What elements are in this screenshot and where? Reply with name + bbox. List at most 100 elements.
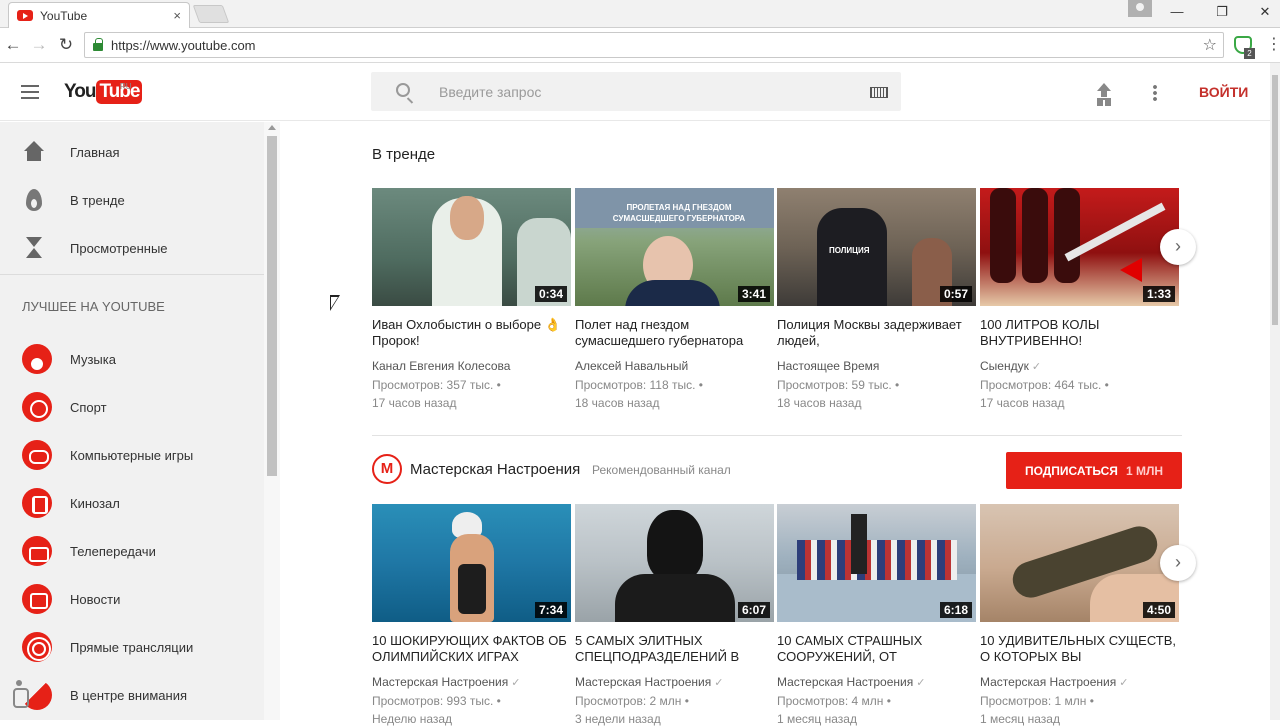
sidebar-scroll-thumb[interactable] <box>267 136 277 476</box>
shelf-next-button[interactable]: › <box>1160 229 1196 265</box>
trending-section-title[interactable]: В тренде <box>372 146 435 163</box>
tab-title: YouTube <box>40 8 88 23</box>
video-title[interactable]: 100 ЛИТРОВ КОЛЫ ВНУТРИВЕННО! <box>980 317 1179 349</box>
channel-shelf-title[interactable]: Мастерская Настроения <box>410 461 580 478</box>
browser-menu-icon[interactable]: ⋮ <box>1266 34 1280 54</box>
video-title[interactable]: Полет над гнездом сумасшедшего губернато… <box>575 317 774 349</box>
verified-icon: ✓ <box>1031 361 1042 373</box>
video-title[interactable]: 10 ШОКИРУЮЩИХ ФАКТОВ ОБ ОЛИМПИЙСКИХ ИГРА… <box>372 633 571 665</box>
mouse-cursor-icon <box>330 295 340 311</box>
sport-icon <box>22 392 52 422</box>
video-card[interactable]: 6:18 10 САМЫХ СТРАШНЫХ СООРУЖЕНИЙ, ОТ Ма… <box>777 504 976 728</box>
video-title[interactable]: 10 САМЫХ СТРАШНЫХ СООРУЖЕНИЙ, ОТ <box>777 633 976 665</box>
channel-name[interactable]: Алексей Навальный <box>575 359 688 373</box>
close-window-button[interactable]: ✕ <box>1250 2 1280 22</box>
video-thumbnail[interactable]: 4:50 <box>980 504 1179 622</box>
new-tab-button[interactable] <box>192 5 230 23</box>
page-scroll-thumb[interactable] <box>1272 75 1278 325</box>
sidebar-item-trending[interactable]: В тренде <box>0 176 264 224</box>
tab-close-icon[interactable]: × <box>173 8 181 23</box>
url-text[interactable]: https://www.youtube.com <box>111 38 256 53</box>
video-thumbnail[interactable]: 7:34 <box>372 504 571 622</box>
channel-name[interactable]: Сыендук <box>980 359 1029 373</box>
video-thumbnail[interactable]: 0:34 <box>372 188 571 306</box>
back-button[interactable]: ← <box>2 34 24 56</box>
forward-button[interactable]: → <box>28 34 50 56</box>
maximize-button[interactable]: ❐ <box>1207 2 1237 22</box>
channel-name[interactable]: Мастерская Настроения <box>372 675 508 689</box>
channel-name[interactable]: Мастерская Настроения <box>980 675 1116 689</box>
video-card[interactable]: 4:50 10 УДИВИТЕЛЬНЫХ СУЩЕСТВ, О КОТОРЫХ … <box>980 504 1179 728</box>
video-card[interactable]: 6:07 5 САМЫХ ЭЛИТНЫХ СПЕЦПОДРАЗДЕЛЕНИЙ В… <box>575 504 774 728</box>
video-channel[interactable]: Настоящее Время <box>777 359 976 373</box>
more-options-icon[interactable] <box>1153 84 1157 102</box>
video-duration: 7:34 <box>534 602 567 618</box>
keyboard-icon[interactable] <box>870 87 888 98</box>
sidebar-item-tv[interactable]: Телепередачи <box>0 527 264 575</box>
sidebar-item-spotlight[interactable]: В центре внимания <box>0 671 264 719</box>
browser-profile-icon[interactable] <box>1128 0 1152 17</box>
video-thumbnail[interactable]: ПОЛИЦИЯ 0:57 <box>777 188 976 306</box>
channel-name[interactable]: Канал Евгения Колесова <box>372 359 510 373</box>
address-bar[interactable]: https://www.youtube.com ☆ <box>84 32 1224 58</box>
video-card[interactable]: 7:34 10 ШОКИРУЮЩИХ ФАКТОВ ОБ ОЛИМПИЙСКИХ… <box>372 504 571 728</box>
video-views: Просмотров: 464 тыс. • <box>980 378 1109 392</box>
sidebar-item-music[interactable]: Музыка <box>0 335 264 383</box>
video-card[interactable]: 0:34 Иван Охлобыстин о выборе 👌 Пророк! … <box>372 188 571 412</box>
hourglass-icon <box>22 236 46 260</box>
video-title[interactable]: Полиция Москвы задерживает людей, <box>777 317 976 349</box>
sign-in-button[interactable]: ВОЙТИ <box>1199 84 1248 100</box>
channel-name[interactable]: Настоящее Время <box>777 359 879 373</box>
video-card[interactable]: 1:33 100 ЛИТРОВ КОЛЫ ВНУТРИВЕННО! Сыенду… <box>980 188 1179 412</box>
sidebar-item-live[interactable]: Прямые трансляции <box>0 623 264 671</box>
sidebar-divider <box>0 274 264 275</box>
search-icon[interactable] <box>396 83 410 97</box>
shelf-next-button[interactable]: › <box>1160 545 1196 581</box>
sidebar-item-news[interactable]: Новости <box>0 575 264 623</box>
video-duration: 1:33 <box>1142 286 1175 302</box>
video-thumbnail[interactable]: 1:33 <box>980 188 1179 306</box>
youtube-logo[interactable]: You Tube RU <box>64 79 143 105</box>
video-channel[interactable]: Канал Евгения Колесова <box>372 359 571 373</box>
video-title[interactable]: 5 САМЫХ ЭЛИТНЫХ СПЕЦПОДРАЗДЕЛЕНИЙ В <box>575 633 774 665</box>
verified-icon: ✓ <box>511 677 521 689</box>
browser-tab-strip: YouTube × — ❐ ✕ <box>0 0 1280 28</box>
sidebar-item-label: Музыка <box>70 351 116 367</box>
subscribe-label: ПОДПИСАТЬСЯ <box>1024 463 1118 478</box>
scroll-up-arrow-icon[interactable] <box>268 125 276 130</box>
guide-menu-icon[interactable] <box>21 85 39 99</box>
sidebar-item-label: Просмотренные <box>70 240 168 256</box>
video-thumbnail[interactable]: 6:07 <box>575 504 774 622</box>
video-thumbnail[interactable]: ПРОЛЕТАЯ НАД ГНЕЗДОМ СУМАСШЕДШЕГО ГУБЕРН… <box>575 188 774 306</box>
video-age: 17 часов назад <box>980 396 1065 410</box>
browser-tab[interactable]: YouTube × <box>8 2 190 28</box>
channel-avatar[interactable]: M <box>372 454 402 484</box>
video-thumbnail[interactable]: 6:18 <box>777 504 976 622</box>
video-title[interactable]: 10 УДИВИТЕЛЬНЫХ СУЩЕСТВ, О КОТОРЫХ ВЫ <box>980 633 1179 665</box>
video-channel[interactable]: Алексей Навальный <box>575 359 774 373</box>
sidebar-item-gaming[interactable]: Компьютерные игры <box>0 431 264 479</box>
sidebar-item-cinema[interactable]: Кинозал <box>0 479 264 527</box>
shelf-divider <box>372 435 1182 436</box>
sidebar-item-history[interactable]: Просмотренные <box>0 224 264 272</box>
channel-name[interactable]: Мастерская Настроения <box>575 675 711 689</box>
subscribe-button[interactable]: ПОДПИСАТЬСЯ 1 МЛН <box>1006 452 1182 489</box>
video-channel[interactable]: Мастерская Настроения ✓ <box>372 675 571 689</box>
search-input[interactable] <box>439 82 859 102</box>
sidebar-item-home[interactable]: Главная <box>0 128 264 176</box>
video-age: 17 часов назад <box>372 396 457 410</box>
video-channel[interactable]: Мастерская Настроения ✓ <box>575 675 774 689</box>
minimize-button[interactable]: — <box>1162 2 1192 22</box>
music-icon <box>22 344 52 374</box>
video-card[interactable]: ПРОЛЕТАЯ НАД ГНЕЗДОМ СУМАСШЕДШЕГО ГУБЕРН… <box>575 188 774 412</box>
sidebar-item-label: Телепередачи <box>70 543 156 559</box>
sidebar-item-sport[interactable]: Спорт <box>0 383 264 431</box>
video-channel[interactable]: Сыендук ✓ <box>980 359 1179 373</box>
video-card[interactable]: ПОЛИЦИЯ 0:57 Полиция Москвы задерживает … <box>777 188 976 412</box>
bookmark-star-icon[interactable]: ☆ <box>1203 35 1217 55</box>
video-title[interactable]: Иван Охлобыстин о выборе 👌 Пророк! <box>372 317 571 349</box>
video-channel[interactable]: Мастерская Настроения ✓ <box>777 675 976 689</box>
channel-name[interactable]: Мастерская Настроения <box>777 675 913 689</box>
video-channel[interactable]: Мастерская Настроения ✓ <box>980 675 1179 689</box>
reload-button[interactable]: ↻ <box>55 34 77 56</box>
